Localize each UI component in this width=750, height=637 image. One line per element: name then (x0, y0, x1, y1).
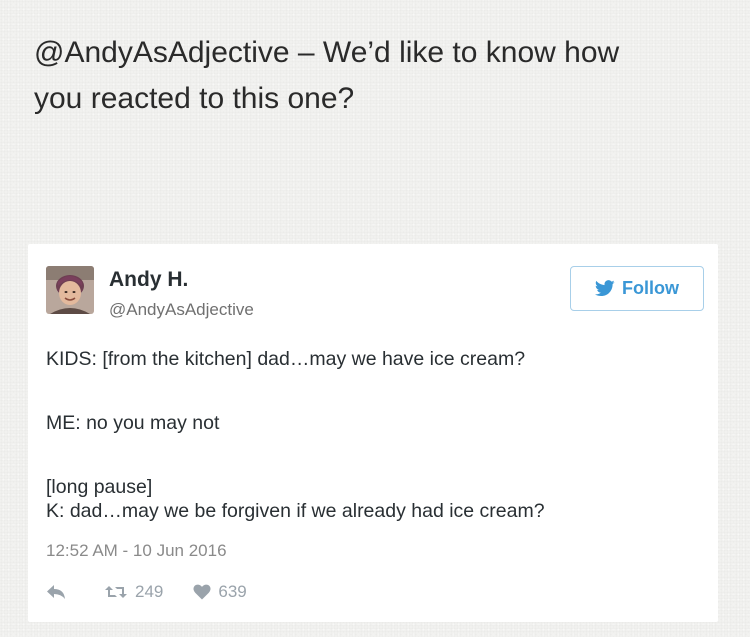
avatar[interactable] (46, 266, 94, 314)
caption-line-1: @AndyAsAdjective – We’d like to know how (34, 36, 620, 69)
tweet-line: ME: no you may not (46, 412, 220, 434)
tweet-text: KIDS: [from the kitchen] dad…may we have… (46, 347, 696, 523)
tweet-timestamp[interactable]: 12:52 AM - 10 Jun 2016 (46, 541, 227, 561)
retweet-icon (104, 584, 128, 600)
like-button[interactable]: 639 (193, 582, 247, 602)
reply-icon (46, 584, 66, 600)
retweet-button[interactable]: 249 (104, 582, 163, 602)
retweet-count: 249 (135, 582, 164, 601)
caption-text: @AndyAsAdjective – We’d like to know how… (34, 30, 724, 122)
tweet-line: K: dad…may we be forgiven if we already … (46, 500, 545, 522)
follow-label: Follow (622, 278, 679, 298)
tweet-actions: 249 639 (46, 582, 247, 602)
like-count: 639 (218, 582, 247, 601)
user-handle[interactable]: @AndyAsAdjective (109, 300, 254, 320)
user-name[interactable]: Andy H. (109, 268, 188, 292)
reply-button[interactable] (46, 584, 66, 600)
tweet-card: Andy H. @AndyAsAdjective Follow KIDS: [f… (28, 244, 718, 622)
caption-line-2: you reacted to this one? (34, 82, 355, 115)
tweet-line: [long pause] (46, 476, 153, 498)
heart-icon (193, 584, 211, 600)
follow-button[interactable]: Follow (570, 266, 704, 311)
twitter-bird-icon (595, 280, 615, 297)
tweet-line: KIDS: [from the kitchen] dad…may we have… (46, 348, 526, 370)
